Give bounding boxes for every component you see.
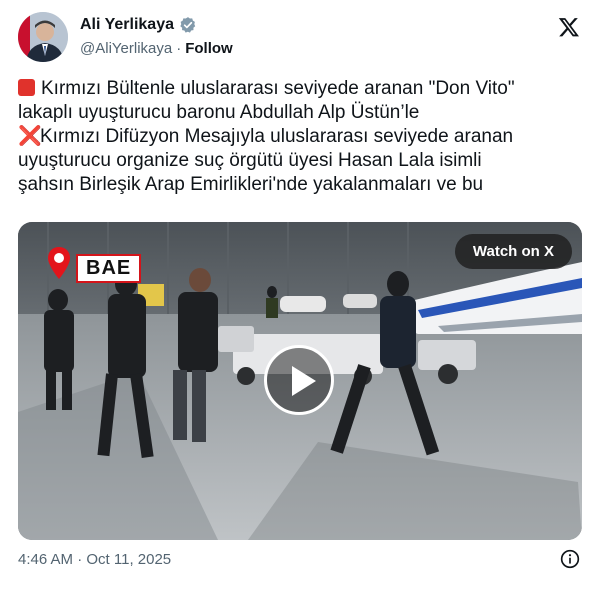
- location-label: BAE: [76, 254, 142, 283]
- separator: ·: [176, 40, 182, 57]
- play-icon: [292, 366, 316, 396]
- x-logo-icon[interactable]: [558, 16, 580, 38]
- play-button[interactable]: [264, 345, 334, 415]
- post-text: Kırmızı Bültenle uluslararası seviyede a…: [18, 77, 584, 197]
- post-line-1-text: Kırmızı Bültenle uluslararası seviyede a…: [41, 78, 515, 99]
- avatar-image: [18, 12, 68, 62]
- location-pin-icon: [48, 247, 70, 279]
- post-line-3: ❌Kırmızı Difüzyon Mesajıyla uluslararası…: [18, 125, 584, 149]
- post-line-3-text: Kırmızı Difüzyon Mesajıyla uluslararası …: [40, 126, 514, 147]
- follow-button[interactable]: Follow: [185, 40, 233, 57]
- author-handle-row: @AliYerlikaya · Follow: [80, 40, 233, 57]
- author-name[interactable]: Ali Yerlikaya: [80, 16, 174, 34]
- post-line-4: uyuşturucu organize suç örgütü üyesi Has…: [18, 150, 482, 171]
- watch-on-x-button[interactable]: Watch on X: [454, 234, 572, 269]
- avatar[interactable]: [18, 12, 68, 62]
- info-icon[interactable]: [560, 549, 580, 569]
- author-handle[interactable]: @AliYerlikaya: [80, 40, 172, 57]
- red-square-icon: [18, 79, 35, 96]
- author-name-row: Ali Yerlikaya: [80, 16, 197, 34]
- post-timestamp[interactable]: 4:46 AM · Oct 11, 2025: [18, 551, 171, 568]
- post-line-2: lakaplı uyuşturucu baronu Abdullah Alp Ü…: [18, 102, 420, 123]
- verified-badge-icon: [180, 17, 196, 33]
- post-line-1: Kırmızı Bültenle uluslararası seviyede a…: [18, 77, 584, 101]
- red-cross-icon: ❌: [18, 126, 42, 147]
- post-line-5: şahsın Birleşik Arap Emirlikleri'nde yak…: [18, 174, 484, 195]
- video-player[interactable]: BAE Watch on X: [18, 222, 582, 540]
- post-header: Ali Yerlikaya @AliYerlikaya · Follow: [18, 12, 584, 64]
